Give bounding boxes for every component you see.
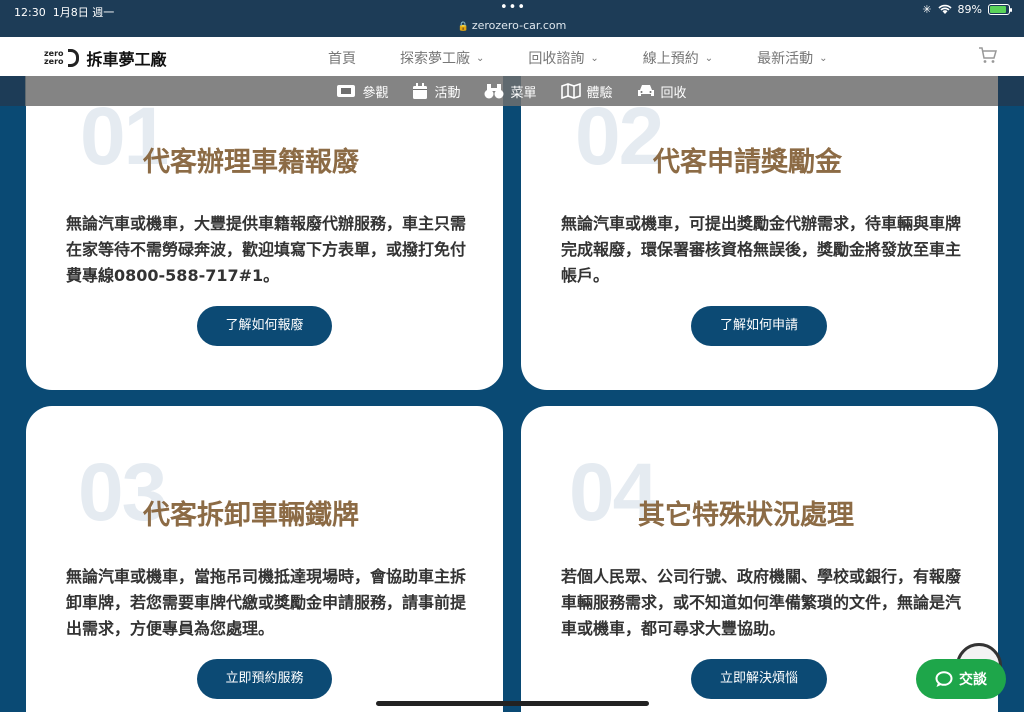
site-header: zero zero 拆車夢工廠 首頁 探索夢工廠 ⌄ 回收諮詢 ⌄ 線上預約 ⌄ 最新活… xyxy=(0,37,1024,76)
status-time-date: 12:30 1月8日 週一 xyxy=(14,6,115,19)
status-right: ✳ 89% xyxy=(922,3,1012,16)
map-icon xyxy=(560,83,581,99)
chevron-down-icon: ⌄ xyxy=(819,52,828,64)
multitask-dots[interactable]: ••• xyxy=(500,0,526,15)
card-body: 無論汽車或機車，可提出獎勵金代辦需求，待車輛與車牌完成報廢，環保署審核資格無誤後… xyxy=(561,214,962,285)
service-card-plates: 03 代客拆卸車輛鐵牌 無論汽車或機車，當拖吊司機抵達現場時，會協助車主拆卸車牌… xyxy=(26,406,503,712)
chevron-down-icon: ⌄ xyxy=(590,52,599,64)
binoculars-icon xyxy=(484,84,504,99)
nav-news[interactable]: 最新活動 ⌄ xyxy=(757,48,827,68)
lock-icon: 🔒 xyxy=(457,22,469,32)
site-logo[interactable]: zero zero 拆車夢工廠 xyxy=(44,46,167,70)
url-bar[interactable]: 🔒 zerozero-car.com xyxy=(0,19,1024,32)
learn-scrap-button[interactable]: 了解如何報廢 xyxy=(197,306,332,346)
chevron-down-icon: ⌄ xyxy=(476,52,485,64)
wifi-icon xyxy=(937,4,952,14)
nav-explore[interactable]: 探索夢工廠 ⌄ xyxy=(400,48,484,68)
service-card-scrap: 01 代客辦理車籍報廢 無論汽車或機車，大豐提供車籍報廢代辦服務，車主只需在家等… xyxy=(26,76,503,390)
battery-percent: 89% xyxy=(957,3,982,16)
chat-button[interactable]: 交談 xyxy=(916,659,1006,699)
nav-booking[interactable]: 線上預約 ⌄ xyxy=(643,48,713,68)
card-body: 若個人民眾、公司行號、政府機關、學校或銀行，有報廢車輛服務需求，或不知道如何準備… xyxy=(561,567,962,638)
subnav-edge-right xyxy=(998,76,1024,106)
card-number: 02 xyxy=(575,91,664,182)
solve-problem-button[interactable]: 立即解決煩惱 xyxy=(691,659,827,699)
car-icon xyxy=(637,85,654,96)
cart-icon[interactable] xyxy=(978,46,998,64)
book-service-button[interactable]: 立即預約服務 xyxy=(197,659,332,699)
card-title: 其它特殊狀況處理 xyxy=(638,500,854,531)
subnav-menu[interactable]: 菜單 xyxy=(484,82,537,101)
chat-bubble-icon xyxy=(935,670,953,687)
subnav-events[interactable]: 活動 xyxy=(412,82,460,101)
logo-mark: zero zero xyxy=(44,49,64,66)
logo-shape xyxy=(67,49,79,67)
sub-nav: 參觀 活動 菜單 體驗 回收 xyxy=(25,76,998,106)
home-indicator[interactable] xyxy=(376,701,649,706)
main-nav: 首頁 探索夢工廠 ⌄ 回收諮詢 ⌄ 線上預約 ⌄ 最新活動 ⌄ xyxy=(328,48,872,68)
subnav-edge-left xyxy=(0,76,25,106)
subnav-experience[interactable]: 體驗 xyxy=(560,82,613,101)
card-body: 無論汽車或機車，當拖吊司機抵達現場時，會協助車主拆卸車牌，若您需要車牌代繳或獎勵… xyxy=(66,567,467,638)
status-bar: 12:30 1月8日 週一 ••• 🔒 zerozero-car.com ✳ 89… xyxy=(0,0,1024,37)
calendar-icon xyxy=(413,82,428,99)
subnav-visit[interactable]: 參觀 xyxy=(336,82,388,101)
learn-apply-button[interactable]: 了解如何申請 xyxy=(691,306,827,346)
subnav-recycle[interactable]: 回收 xyxy=(637,82,687,101)
card-title: 代客拆卸車輛鐵牌 xyxy=(143,500,359,531)
nav-recycle[interactable]: 回收諮詢 ⌄ xyxy=(528,48,598,68)
chevron-down-icon: ⌄ xyxy=(704,52,714,64)
logo-text: 拆車夢工廠 xyxy=(86,50,167,69)
loading-icon: ✳ xyxy=(922,3,932,16)
service-card-subsidy: 02 代客申請獎勵金 無論汽車或機車，可提出獎勵金代辦需求，待車輛與車牌完成報廢… xyxy=(521,76,998,390)
nav-home[interactable]: 首頁 xyxy=(328,48,356,68)
card-body: 無論汽車或機車，大豐提供車籍報廢代辦服務，車主只需在家等待不需勞碌奔波，歡迎填寫… xyxy=(66,214,467,285)
card-title: 代客申請獎勵金 xyxy=(653,147,842,178)
ticket-icon xyxy=(337,85,356,97)
battery-icon xyxy=(988,4,1012,15)
card-title: 代客辦理車籍報廢 xyxy=(143,147,359,178)
